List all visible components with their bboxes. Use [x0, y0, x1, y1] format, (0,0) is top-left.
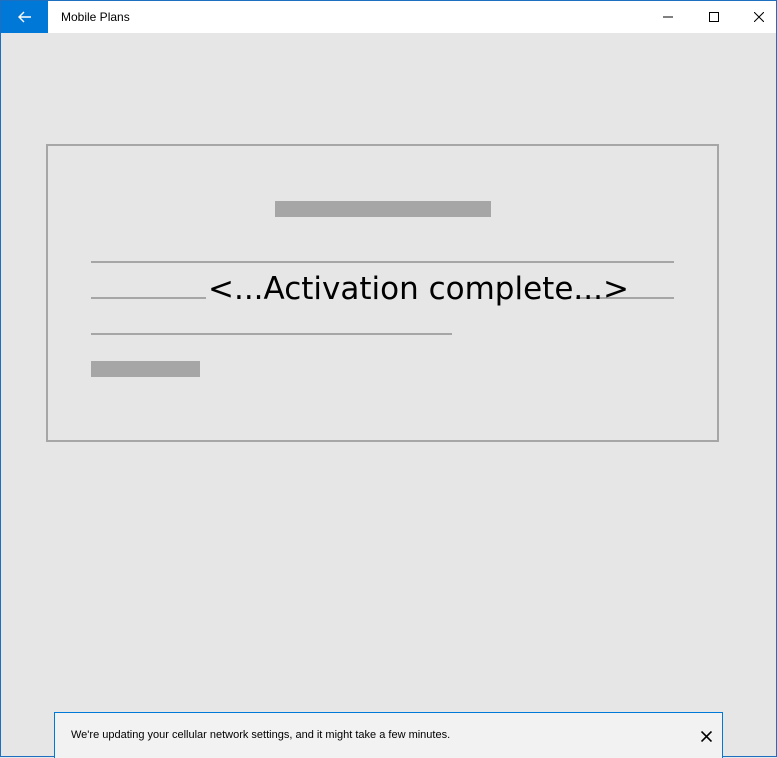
- close-icon: [754, 12, 764, 22]
- placeholder-line: [91, 333, 452, 335]
- window-title: Mobile Plans: [61, 10, 130, 24]
- main-content: <...Activation complete...>: [1, 33, 776, 756]
- maximize-icon: [709, 12, 719, 22]
- notification-close-button[interactable]: [695, 725, 717, 747]
- minimize-icon: [663, 16, 673, 18]
- close-icon: [700, 730, 712, 742]
- activation-card: <...Activation complete...>: [46, 144, 719, 442]
- placeholder-button-bar: [91, 361, 200, 377]
- arrow-left-icon: [17, 11, 31, 23]
- title-bar: Mobile Plans: [1, 1, 776, 33]
- notification-banner: We're updating your cellular network set…: [54, 712, 723, 758]
- placeholder-heading-bar: [275, 201, 491, 217]
- close-button[interactable]: [736, 1, 777, 33]
- activation-status-text: <...Activation complete...>: [206, 270, 629, 308]
- maximize-button[interactable]: [691, 1, 737, 33]
- app-window: Mobile Plans <...Activation complete...>: [0, 0, 777, 758]
- placeholder-line: [91, 261, 674, 263]
- notification-message: We're updating your cellular network set…: [71, 729, 451, 741]
- back-button[interactable]: [1, 1, 48, 33]
- minimize-button[interactable]: [645, 1, 691, 33]
